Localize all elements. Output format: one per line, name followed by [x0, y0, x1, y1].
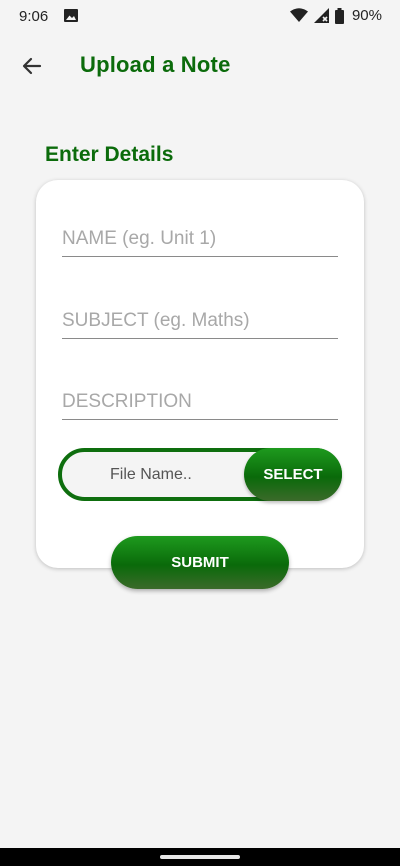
file-name-label: File Name.. [110, 466, 192, 483]
section-title: Enter Details [45, 143, 174, 166]
home-gesture-handle[interactable] [160, 855, 240, 859]
subject-input[interactable] [62, 304, 338, 339]
name-input[interactable] [62, 222, 338, 257]
select-file-button[interactable]: SELECT [244, 448, 342, 501]
submit-button[interactable]: SUBMIT [111, 536, 289, 589]
status-bar: 9:06 90% [0, 0, 400, 34]
details-card: File Name.. SELECT [36, 180, 364, 568]
battery-icon [334, 7, 344, 24]
battery-percentage: 90% [351, 7, 382, 24]
back-button[interactable] [18, 52, 46, 80]
status-icons: 90% [289, 7, 382, 24]
description-input[interactable] [62, 385, 338, 420]
cell-signal-icon [313, 8, 329, 23]
app-bar: Upload a Note [0, 40, 400, 90]
wifi-icon [289, 8, 308, 22]
gallery-icon [64, 9, 78, 22]
status-time: 9:06 [19, 8, 49, 25]
navigation-bar [0, 848, 400, 866]
page-title: Upload a Note [80, 52, 231, 77]
back-arrow-icon [22, 57, 42, 75]
